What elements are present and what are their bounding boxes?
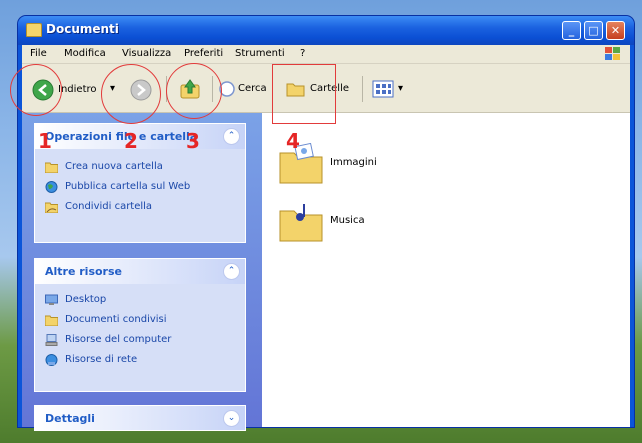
annotation-circle-3 [166, 63, 222, 119]
folder-name: Immagini [330, 157, 377, 168]
place-label: Desktop [65, 294, 107, 305]
panel-title: Operazioni file e cartella [45, 130, 198, 143]
collapse-icon[interactable]: ⌃ [223, 128, 240, 145]
menu-help[interactable]: ? [300, 48, 305, 59]
menu-preferiti[interactable]: Preferiti [184, 48, 223, 59]
menu-modifica[interactable]: Modifica [64, 48, 106, 59]
close-button[interactable]: ✕ [606, 21, 625, 40]
annotation-box-4 [272, 64, 336, 124]
network-icon [45, 354, 58, 366]
panel-other-places: Altre risorse ⌃ Desktop Documenti condiv… [34, 258, 246, 392]
annotation-number-1: 1 [38, 129, 52, 153]
folder-item-musica[interactable]: Musica [278, 201, 418, 243]
panel-header[interactable]: Altre risorse ⌃ [35, 259, 245, 284]
panel-file-operations: Operazioni file e cartella ⌃ Crea nuova … [34, 123, 246, 243]
minimize-button[interactable]: _ [562, 21, 581, 40]
collapse-icon[interactable]: ⌃ [223, 263, 240, 280]
pictures-folder-icon [279, 143, 323, 184]
panel-title: Altre risorse [45, 265, 122, 278]
task-pane: Operazioni file e cartella ⌃ Crea nuova … [22, 113, 262, 431]
menu-strumenti[interactable]: Strumenti [235, 48, 285, 59]
search-label: Cerca [238, 83, 267, 94]
desktop-icon [45, 294, 58, 305]
computer-icon [45, 334, 58, 346]
music-folder-icon [279, 204, 323, 242]
menu-visualizza[interactable]: Visualizza [122, 48, 171, 59]
expand-icon[interactable]: ⌄ [223, 410, 240, 427]
task-label: Pubblica cartella sul Web [65, 181, 191, 192]
annotation-circle-1 [10, 64, 62, 116]
folder-icon [26, 23, 42, 37]
task-label: Condividi cartella [65, 201, 153, 212]
views-icon[interactable] [372, 79, 396, 99]
menu-bar: File Modifica Visualizza Preferiti Strum… [22, 45, 630, 64]
folder-name: Musica [330, 215, 365, 226]
annotation-circle-2 [101, 64, 161, 124]
menu-file[interactable]: File [30, 48, 47, 59]
place-label: Risorse del computer [65, 334, 172, 345]
annotation-number-3: 3 [186, 129, 200, 153]
place-label: Risorse di rete [65, 354, 138, 365]
views-dropdown-icon[interactable]: ▾ [398, 83, 403, 94]
maximize-button[interactable]: □ [584, 21, 603, 40]
panel-details: Dettagli ⌄ [34, 405, 246, 431]
windows-logo-icon [605, 47, 620, 60]
panel-header[interactable]: Operazioni file e cartella ⌃ [35, 124, 245, 149]
toolbar-separator [362, 76, 363, 102]
new-folder-icon [45, 162, 58, 173]
back-label: Indietro [58, 84, 97, 95]
panel-title: Dettagli [45, 412, 95, 425]
search-button[interactable]: Cerca [218, 80, 274, 100]
globe-icon [45, 181, 58, 193]
place-label: Documenti condivisi [65, 314, 167, 325]
panel-header[interactable]: Dettagli ⌄ [35, 406, 245, 430]
window-title: Documenti [46, 22, 119, 36]
title-bar[interactable]: Documenti _ □ ✕ [18, 16, 634, 45]
share-folder-icon [45, 202, 58, 213]
annotation-number-2: 2 [124, 129, 138, 153]
annotation-number-4: 4 [286, 129, 300, 153]
file-list: Immagini Musica [262, 113, 630, 427]
shared-folder-icon [45, 315, 58, 326]
task-label: Crea nuova cartella [65, 161, 163, 172]
